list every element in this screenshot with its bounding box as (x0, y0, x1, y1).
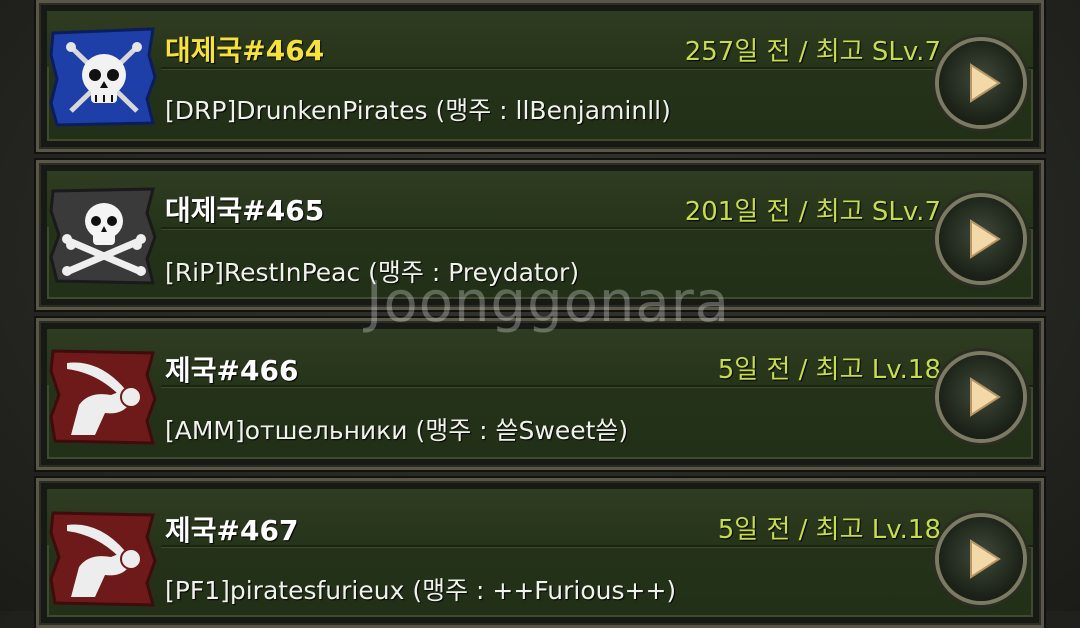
alliance-text: [PF1]piratesfurieux (맹주 : ++Furious++) (165, 576, 677, 605)
kingdom-name: 제국#467 (165, 514, 299, 547)
play-arrow-icon (970, 539, 1001, 579)
kingdom-row-465[interactable]: 대제국#465 201일 전 / 최고 SLv.7 [RiP]RestInPea… (36, 160, 1044, 310)
red-arm-sabre-flag-icon (49, 505, 159, 609)
play-arrow-icon (970, 377, 1001, 417)
kingdom-name: 대제국#465 (165, 194, 325, 227)
play-button[interactable] (939, 41, 1023, 125)
kingdom-info: 201일 전 / 최고 SLv.7 (684, 197, 941, 227)
play-button[interactable] (939, 517, 1023, 601)
kingdom-row-466[interactable]: 제국#466 5일 전 / 최고 Lv.18 [AMM]отшельники (… (36, 318, 1044, 470)
kingdom-name: 제국#466 (165, 354, 299, 387)
kingdom-name: 대제국#464 (165, 34, 325, 67)
black-skull-crossbones-flag-icon (49, 183, 159, 287)
play-arrow-icon (970, 63, 1001, 103)
kingdom-row-467[interactable]: 제국#467 5일 전 / 최고 Lv.18 [PF1]piratesfurie… (36, 478, 1044, 628)
kingdom-info: 5일 전 / 최고 Lv.18 (717, 355, 941, 385)
play-button[interactable] (939, 197, 1023, 281)
kingdom-row-464[interactable]: 대제국#464 257일 전 / 최고 SLv.7 [DRP]DrunkenPi… (36, 0, 1044, 152)
kingdom-list: 대제국#464 257일 전 / 최고 SLv.7 [DRP]DrunkenPi… (0, 0, 1080, 628)
play-button[interactable] (939, 355, 1023, 439)
kingdom-info: 5일 전 / 최고 Lv.18 (717, 515, 941, 545)
kingdom-info: 257일 전 / 최고 SLv.7 (684, 37, 941, 67)
play-arrow-icon (970, 219, 1001, 259)
alliance-text: [DRP]DrunkenPirates (맹주 : llBenjaminll) (165, 96, 671, 125)
alliance-text: [RiP]RestInPeac (맹주 : Preydator) (165, 258, 580, 287)
blue-skull-swords-flag-icon (49, 25, 159, 129)
red-arm-sabre-flag-icon (49, 343, 159, 447)
alliance-text: [AMM]отшельники (맹주 : 쓷Sweet쓷) (165, 416, 629, 445)
